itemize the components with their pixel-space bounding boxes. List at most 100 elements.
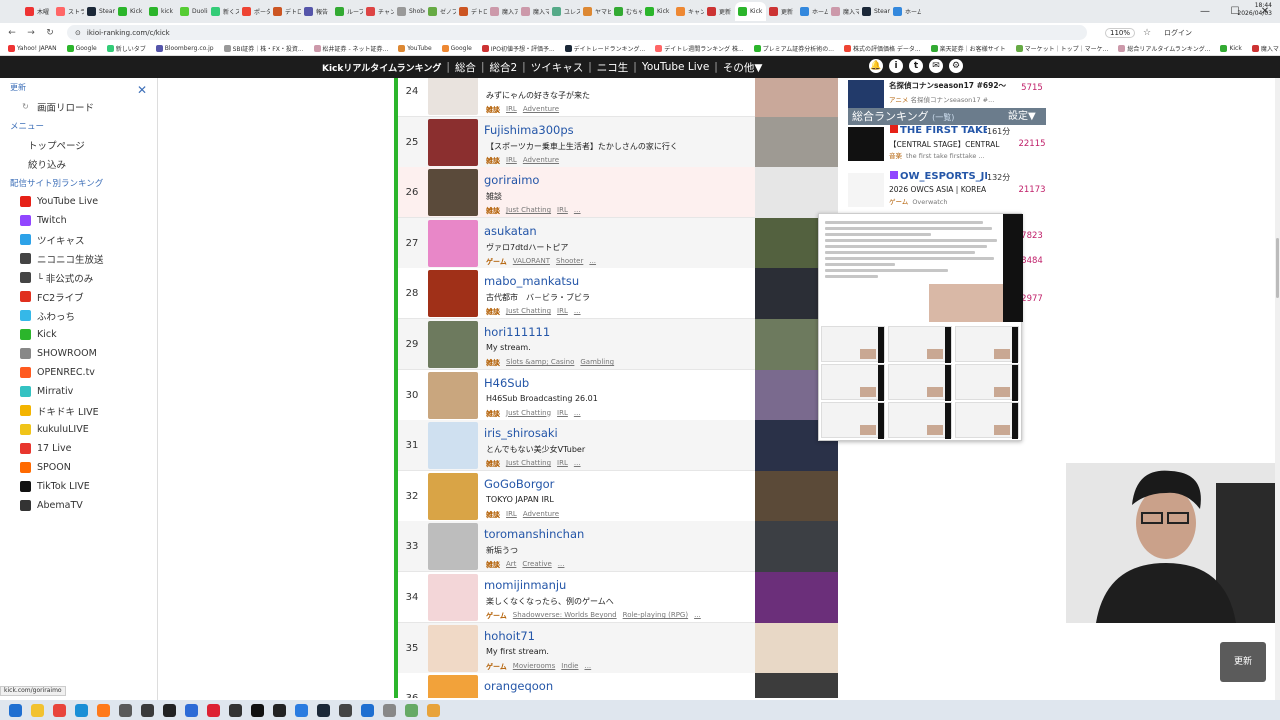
channel-name-link[interactable]: hohoit71 (484, 629, 535, 643)
category-label[interactable]: 雑談 (486, 307, 500, 317)
bookmark-item[interactable]: 株式の評価価格 データ... (843, 44, 921, 53)
info-icon[interactable]: i (889, 59, 903, 73)
github-icon[interactable] (273, 703, 286, 717)
channel-avatar[interactable] (428, 472, 478, 520)
sidebar-item-site[interactable]: Twitch (0, 211, 157, 230)
bookmark-item[interactable]: SBI証券｜株・FX・投資... (223, 44, 304, 53)
app-icon[interactable] (119, 703, 132, 717)
page-scrollbar[interactable] (1275, 78, 1280, 700)
bookmark-item[interactable]: デイトレ週間ランキング 株... (655, 44, 744, 53)
gear-icon[interactable]: ⚙ (949, 59, 963, 73)
tag-link[interactable]: ... (574, 206, 581, 216)
browser-tab[interactable]: 新くス (208, 2, 239, 21)
channel-avatar[interactable] (428, 169, 478, 217)
browser-tab[interactable]: ストラ (53, 2, 84, 21)
sidebar-item-site[interactable]: FC2ライブ (0, 287, 157, 306)
sidebar-item-site[interactable]: AbemaTV (0, 496, 157, 515)
tag-link[interactable]: Shooter (556, 257, 583, 267)
nav-item[interactable]: Kickリアルタイムランキング (322, 61, 441, 74)
browser-tab[interactable]: ゼノブ (425, 2, 456, 21)
tag-link[interactable]: ... (574, 409, 581, 419)
channel-name-link[interactable]: Fujishima300ps (484, 123, 574, 137)
tag-link[interactable]: Art (506, 560, 516, 570)
tag-link[interactable]: IRL (557, 307, 568, 317)
browser-tab[interactable]: ユレスト (549, 2, 580, 21)
channel-avatar[interactable] (428, 118, 478, 166)
browser-tab[interactable]: Steam (84, 2, 115, 21)
browser-tab[interactable]: Kick (642, 2, 673, 21)
minimize-icon[interactable]: — (1190, 0, 1220, 23)
channel-name-link[interactable]: GoGoBorgor (484, 477, 554, 491)
sidebar-item-site[interactable]: ドキドキ LIVE (0, 401, 157, 420)
app-icon[interactable] (185, 703, 198, 717)
sidebar-item-site[interactable]: SPOON (0, 458, 157, 477)
edge-icon[interactable] (75, 703, 88, 717)
sidebar-item-site[interactable]: SHOWROOM (0, 344, 157, 363)
category-label[interactable]: 雑談 (486, 156, 500, 166)
bookmark-item[interactable]: 総合リアルタイムランキング... (1118, 44, 1210, 53)
tag-link[interactable]: IRL (506, 510, 517, 520)
tag-link[interactable]: Gambling (580, 358, 614, 368)
sidebar-item-site[interactable]: kukuluLIVE (0, 420, 157, 439)
sidebar-item-site[interactable]: 17 Live (0, 439, 157, 458)
ranking-row[interactable]: 30 H46Sub H46Sub Broadcasting 26.01 雑談 Just … (398, 369, 838, 421)
bookmark-item[interactable]: Google (441, 45, 472, 52)
sidebar-item-site[interactable]: ふわっち (0, 306, 157, 325)
category-label[interactable]: ゲーム (486, 611, 507, 621)
tag-link[interactable]: Just Chatting (506, 206, 551, 216)
bookmark-item[interactable]: Bloomberg.co.jp (155, 45, 214, 52)
stream-preview-thumbnail[interactable] (755, 116, 838, 168)
overall-ranking-item[interactable]: OW_ESPORTS_JP 132分 2026 OWCS ASIA | KOREA ゲ… (848, 171, 1018, 209)
nav-item[interactable]: その他▼ (723, 60, 763, 75)
ranking-row[interactable]: 28 mabo_mankatsu 古代都市 バ－ビラ・ブビラ 雑談 Just Chatt… (398, 268, 838, 320)
browser-tab[interactable]: Duolingo (177, 2, 208, 21)
tag-link[interactable]: ... (694, 611, 701, 621)
bookmark-item[interactable]: デイトレードランキング... (564, 44, 645, 53)
category-label[interactable]: 雑談 (486, 358, 500, 368)
nav-item[interactable]: 総合 (455, 60, 476, 75)
tag-link[interactable]: ... (589, 257, 596, 267)
tag-link[interactable]: ... (574, 307, 581, 317)
ranking-row[interactable]: 24みずにゃんの好きな子が来た雑談IRLAdventure7分⋮ (398, 78, 838, 117)
browser-tab[interactable]: 木曜 (22, 2, 53, 21)
channel-avatar[interactable] (428, 523, 478, 571)
tag-link[interactable]: IRL (557, 206, 568, 216)
ranking-row[interactable]: 33toromanshinchan新垢うつ雑談ArtCreative...6人視… (398, 521, 838, 573)
reload-icon[interactable]: ↻ (43, 26, 57, 40)
ranking-row[interactable]: 25 Fujishima300ps 【スポーツカー乗車上生活者】たかしさんの家に行く… (398, 116, 838, 168)
overall-ranking-heading[interactable]: 総合ランキング (一覧) (848, 108, 1018, 125)
login-button[interactable]: ログイン (1164, 28, 1192, 38)
system-clock[interactable]: 18:44 2026/04/03 (1237, 2, 1272, 18)
sidebar-item-site[interactable]: OPENREC.tv (0, 363, 157, 382)
channel-name-link[interactable]: momijinmanju (484, 578, 566, 592)
twitter-icon[interactable]: t (909, 59, 923, 73)
sidebar-item-site[interactable]: Kick (0, 325, 157, 344)
tag-link[interactable]: ... (574, 459, 581, 469)
tag-link[interactable]: VALORANT (513, 257, 550, 267)
channel-avatar[interactable] (428, 78, 478, 115)
app-icon[interactable] (251, 703, 264, 717)
channel-avatar[interactable] (428, 219, 478, 267)
browser-tab[interactable]: デトロイト (270, 2, 301, 21)
sidebar-item-top-page[interactable]: トップページ (0, 135, 157, 154)
close-icon[interactable]: ✕ (137, 83, 147, 97)
channel-name-link[interactable]: toromanshinchan (484, 527, 584, 541)
channel-name-link[interactable]: asukatan (484, 224, 537, 238)
bookmark-item[interactable]: Kick (1220, 45, 1242, 52)
browser-tab[interactable]: ループ (332, 2, 363, 21)
sidebar-item-site[interactable]: YouTube Live (0, 192, 157, 211)
browser-tab[interactable]: 更新 (766, 2, 797, 21)
category-label[interactable]: 雑談 (486, 459, 500, 469)
file-explorer-icon[interactable] (31, 703, 44, 717)
bookmark-item[interactable]: Google (66, 45, 97, 52)
channel-avatar[interactable] (428, 270, 478, 318)
ranking-row[interactable]: 27 asukatan ヴァロ7dtdハートピア ゲーム VALORANT Shooter… (398, 217, 838, 269)
bookmark-item[interactable]: YouTube (398, 45, 432, 52)
sidebar-item-filter[interactable]: 絞り込み (0, 154, 157, 173)
terminal-icon[interactable] (229, 703, 242, 717)
bell-icon[interactable]: 🔔 (869, 59, 883, 73)
obs-icon[interactable] (163, 703, 176, 717)
bookmark-item[interactable]: 楽天証券｜お客様サイト (930, 44, 1006, 53)
channel-name-link[interactable]: orangeqoon (484, 679, 553, 693)
nav-item[interactable]: 総合2 (489, 60, 517, 75)
